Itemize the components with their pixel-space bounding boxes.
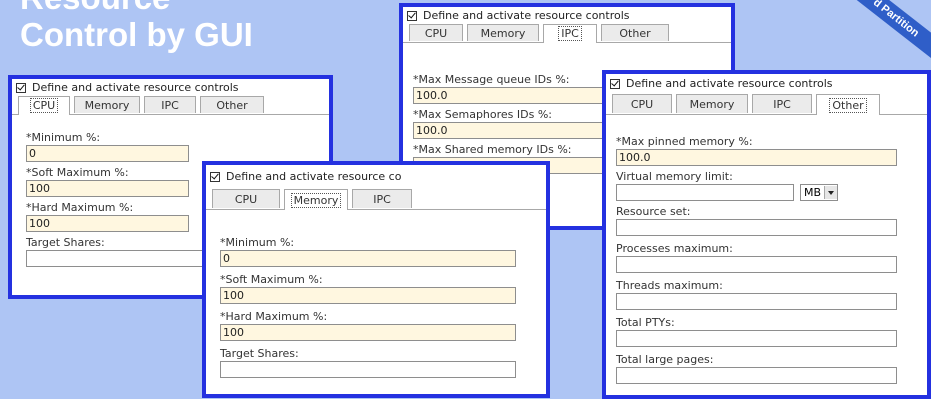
define-row[interactable]: Define and activate resource co [206,165,546,189]
minimum-label: *Minimum %: [26,131,101,144]
slide-title-line2: Control by GUI [20,16,253,53]
threads-maximum-input[interactable] [616,293,897,310]
soft-maximum-label: *Soft Maximum %: [220,273,323,286]
max-pinned-memory-input[interactable]: 100.0 [616,149,897,166]
max-semaphores-label: *Max Semaphores IDs %: [413,108,553,121]
minimum-label: *Minimum %: [220,236,295,249]
tab-cpu[interactable]: CPU [18,96,70,115]
define-checkbox[interactable] [210,172,220,182]
target-shares-label: Target Shares: [26,236,105,249]
define-row[interactable]: Define and activate resource controls [12,79,329,96]
total-ptys-input[interactable] [616,330,897,347]
define-label: Define and activate resource controls [423,9,630,22]
total-large-pages-input[interactable] [616,367,897,384]
unit-select-value: MB [804,186,822,199]
tab-bar: CPU Memory IPC [206,189,546,210]
target-shares-label: Target Shares: [220,347,299,360]
minimum-input[interactable]: 0 [220,250,516,267]
tab-memory[interactable]: Memory [284,189,348,210]
corner-banner: d Partition [830,0,931,73]
tab-cpu[interactable]: CPU [409,24,463,41]
tab-cpu[interactable]: CPU [212,189,280,208]
tab-other[interactable]: Other [816,94,880,115]
threads-maximum-label: Threads maximum: [616,279,723,292]
minimum-input[interactable]: 0 [26,145,189,162]
virtual-memory-limit-label: Virtual memory limit: [616,170,733,183]
define-checkbox[interactable] [407,10,417,21]
tab-memory[interactable]: Memory [467,24,539,41]
define-checkbox[interactable] [610,79,620,89]
soft-maximum-label: *Soft Maximum %: [26,166,129,179]
tab-bar: CPU Memory IPC Other [403,24,731,43]
processes-maximum-input[interactable] [616,256,897,273]
max-message-queue-label: *Max Message queue IDs %: [413,73,570,86]
tab-ipc[interactable]: IPC [352,189,412,208]
unit-select[interactable]: MB [800,184,839,201]
define-label: Define and activate resource controls [626,77,833,90]
define-row[interactable]: Define and activate resource controls [606,74,927,94]
max-shared-memory-label: *Max Shared memory IDs %: [413,143,572,156]
max-pinned-memory-label: *Max pinned memory %: [616,135,753,148]
hard-maximum-input[interactable]: 100 [26,215,189,232]
define-row[interactable]: Define and activate resource controls [403,7,731,24]
hard-maximum-input[interactable]: 100 [220,324,516,341]
tab-ipc[interactable]: IPC [144,96,196,113]
soft-maximum-input[interactable]: 100 [26,180,189,197]
tab-memory[interactable]: Memory [74,96,140,113]
other-panel: Define and activate resource controls CP… [602,70,931,399]
hard-maximum-label: *Hard Maximum %: [26,201,134,214]
total-ptys-label: Total PTYs: [616,316,675,329]
tab-bar: CPU Memory IPC Other [12,96,329,115]
resource-set-label: Resource set: [616,205,691,218]
target-shares-input[interactable] [220,361,516,378]
tab-ipc[interactable]: IPC [752,94,812,113]
virtual-memory-row: MB [616,184,927,201]
tab-other[interactable]: Other [200,96,264,113]
other-form: *Max pinned memory %: 100.0 Virtual memo… [606,115,927,384]
soft-maximum-input[interactable]: 100 [220,287,516,304]
define-label: Define and activate resource controls [32,81,239,94]
define-label: Define and activate resource co [226,170,402,183]
memory-panel: Define and activate resource co CPU Memo… [202,161,550,398]
tab-ipc[interactable]: IPC [543,24,597,43]
processes-maximum-label: Processes maximum: [616,242,733,255]
tab-memory[interactable]: Memory [676,94,748,113]
tab-other[interactable]: Other [601,24,669,41]
tab-bar: CPU Memory IPC Other [606,94,927,115]
chevron-down-icon[interactable] [824,186,838,199]
slide-title-line1: Resource [20,0,170,17]
total-large-pages-label: Total large pages: [616,353,714,366]
tab-cpu[interactable]: CPU [612,94,672,113]
resource-set-input[interactable] [616,219,897,236]
define-checkbox[interactable] [16,82,26,93]
memory-form: *Minimum %: 0 *Soft Maximum %: 100 *Hard… [206,210,546,378]
virtual-memory-limit-input[interactable] [616,184,794,201]
hard-maximum-label: *Hard Maximum %: [220,310,328,323]
